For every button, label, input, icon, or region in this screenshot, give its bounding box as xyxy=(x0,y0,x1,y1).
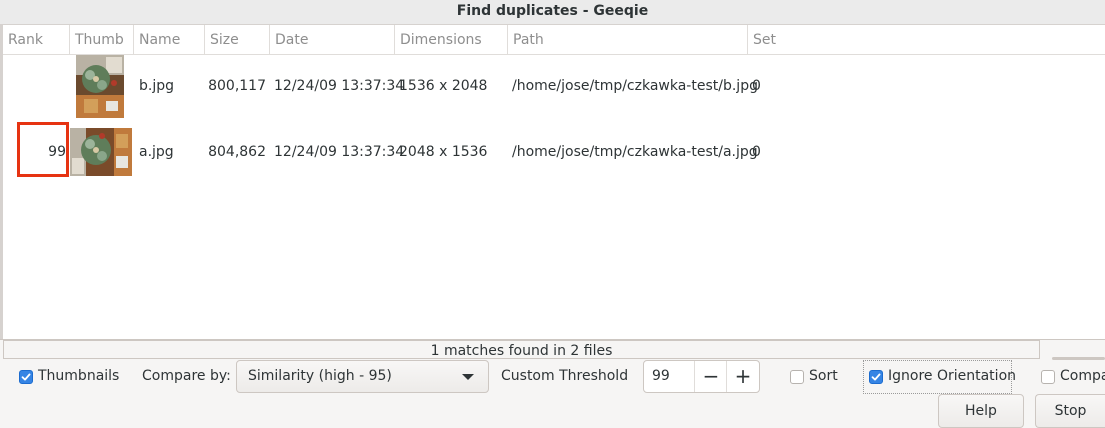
rank-cell: 99 xyxy=(48,144,66,160)
compare-partial-checkbox[interactable] xyxy=(1041,370,1055,384)
dropdown-arrow-icon xyxy=(462,374,474,380)
checkmark-icon xyxy=(871,373,881,381)
column-header-name[interactable]: Name xyxy=(134,25,205,54)
custom-threshold-label: Custom Threshold xyxy=(501,368,629,384)
status-label: 1 matches found in 2 files xyxy=(3,340,1040,359)
dimensions-cell: 1536 x 2048 xyxy=(399,78,488,94)
minus-icon[interactable]: − xyxy=(694,361,727,392)
ignore-orientation-checkbox[interactable] xyxy=(869,370,883,384)
rank-cell xyxy=(3,54,66,118)
table-row[interactable]: b.jpg 800,117 12/24/09 13:37:34 1536 x 2… xyxy=(3,54,1105,118)
threshold-value[interactable]: 99 xyxy=(652,361,670,392)
checkmark-icon xyxy=(21,373,31,381)
status-gauge xyxy=(1052,357,1105,360)
size-cell: 800,117 xyxy=(208,78,266,94)
path-cell: /home/jose/tmp/czkawka-test/b.jpg xyxy=(512,78,758,94)
ignore-orientation-label[interactable]: Ignore Orientation xyxy=(888,368,1016,384)
name-cell: b.jpg xyxy=(139,78,174,94)
column-header-set[interactable]: Set xyxy=(748,25,1105,54)
help-button[interactable]: Help xyxy=(938,394,1024,428)
size-cell: 804,862 xyxy=(208,144,266,160)
compare-by-value: Similarity (high - 95) xyxy=(248,368,392,384)
thumbnail-image xyxy=(70,128,132,176)
list-header: Rank Thumb Name Size Date Dimensions Pat… xyxy=(3,25,1105,55)
set-cell: 0 xyxy=(752,78,761,94)
column-header-date[interactable]: Date xyxy=(270,25,395,54)
column-header-dimensions[interactable]: Dimensions xyxy=(395,25,508,54)
stop-button[interactable]: Stop xyxy=(1035,394,1105,428)
date-cell: 12/24/09 13:37:34 xyxy=(274,78,405,94)
name-cell: a.jpg xyxy=(139,144,174,160)
thumbnails-checkbox[interactable] xyxy=(19,370,33,384)
set-cell: 0 xyxy=(752,144,761,160)
column-header-size[interactable]: Size xyxy=(205,25,270,54)
sort-checkbox[interactable] xyxy=(790,370,804,384)
compare-partial-label[interactable]: Compa xyxy=(1060,368,1105,384)
status-bar: 1 matches found in 2 files xyxy=(0,339,1105,360)
window-title: Find duplicates - Geeqie xyxy=(0,0,1105,25)
plus-icon[interactable]: + xyxy=(726,361,759,392)
dimensions-cell: 2048 x 1536 xyxy=(399,144,488,160)
column-header-thumb[interactable]: Thumb xyxy=(70,25,134,54)
thumbnail-image xyxy=(76,55,124,118)
path-cell: /home/jose/tmp/czkawka-test/a.jpg xyxy=(512,144,758,160)
table-row[interactable]: 99 a.jpg 804,862 12/24/09 13:37:34 2048 … xyxy=(3,120,1105,184)
column-header-rank[interactable]: Rank xyxy=(3,25,70,54)
compare-by-label: Compare by: xyxy=(142,368,231,384)
date-cell: 12/24/09 13:37:34 xyxy=(274,144,405,160)
thumbnails-label[interactable]: Thumbnails xyxy=(38,368,119,384)
sort-label[interactable]: Sort xyxy=(809,368,838,384)
threshold-spinbox[interactable]: 99 − + xyxy=(643,360,760,393)
column-header-path[interactable]: Path xyxy=(508,25,748,54)
duplicates-list[interactable]: Rank Thumb Name Size Date Dimensions Pat… xyxy=(0,25,1105,339)
compare-by-dropdown[interactable]: Similarity (high - 95) xyxy=(236,360,489,393)
